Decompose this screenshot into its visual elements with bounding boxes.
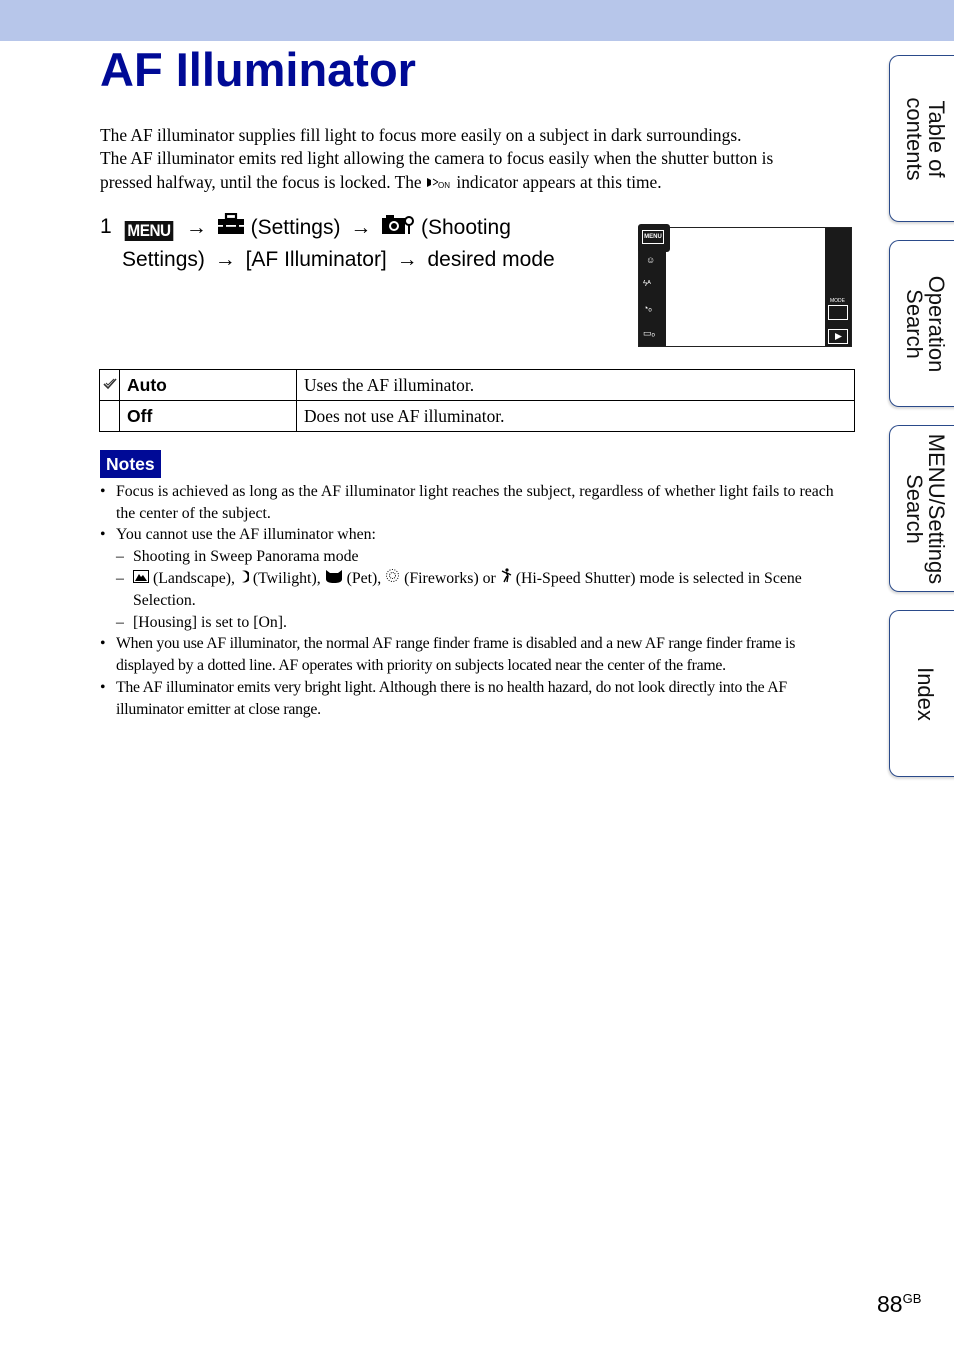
bullet: • [100, 483, 106, 500]
intelligent-auto-icon [828, 305, 848, 320]
intro-line-1: The AF illuminator supplies fill light t… [100, 125, 742, 145]
twilight-moon-icon [239, 568, 251, 590]
page-number-value: 88 [877, 1291, 903, 1317]
tab-label: MENU/Settings Search [902, 433, 949, 584]
self-timer-off-icon: ◔ₒ [643, 303, 652, 313]
bullet: • [100, 526, 106, 544]
flash-auto-icon: ϟᴬ [643, 279, 651, 288]
af-illuminator-on-icon: ON [426, 172, 452, 195]
bullet: • [100, 678, 106, 696]
empty-check-cell [99, 400, 120, 432]
dash: – [116, 548, 124, 566]
tab-label: Operation Search [902, 275, 949, 372]
header-bar [0, 0, 954, 41]
tab-operation-search[interactable]: Operation Search [889, 240, 954, 407]
tab-label-line2: contents [902, 96, 927, 181]
tab-table-of-contents[interactable]: Table of contents [889, 55, 954, 222]
tab-label-line2: Search [902, 288, 927, 359]
arrow-icon: → [185, 216, 207, 240]
page-title: AF Illuminator [100, 43, 416, 96]
arrow-icon: → [350, 216, 372, 240]
table-row: Off Does not use AF illuminator. [99, 400, 855, 432]
tab-label: Index [913, 666, 938, 721]
note-subitem: – Shooting in Sweep Panorama mode [116, 546, 855, 568]
camera-screen-illustration: MENU ☺ ϟᴬ ◔ₒ ▭ₒ MODE [638, 224, 852, 347]
note-subtext: (Fireworks) or [404, 569, 496, 587]
option-description: Does not use AF illuminator. [296, 400, 855, 432]
note-item: • Focus is achieved as long as the AF ill… [100, 481, 855, 524]
shooting-label: (Shooting [421, 216, 511, 240]
bullet: • [100, 635, 106, 653]
smile-shutter-icon: ☺ [646, 255, 656, 265]
note-item: • The AF illuminator emits very bright li… [100, 677, 855, 720]
note-subtext: (Landscape), [152, 569, 235, 587]
note-text: When you use AF illuminator, the normal … [116, 635, 796, 675]
default-check-icon [99, 369, 120, 401]
notes-list: • Focus is achieved as long as the AF ill… [100, 481, 855, 720]
arrow-icon: → [396, 248, 418, 271]
note-subitem: – [Housing] is set to [On]. [116, 612, 855, 634]
note-sublist: – Shooting in Sweep Panorama mode – (Land… [116, 546, 855, 633]
intro-paragraph: The AF illuminator supplies fill light t… [100, 124, 860, 195]
tab-label: Table of contents [902, 96, 949, 181]
note-item: • You cannot use the AF illuminator when:… [100, 524, 855, 633]
note-subtext: Shooting in Sweep Panorama mode [133, 548, 359, 566]
settings-label: (Settings) [250, 216, 341, 240]
intro-line-3-end: indicator appears at this time. [456, 171, 662, 192]
settings-toolbox-icon [217, 212, 245, 244]
note-text: You cannot use the AF illuminator when: [116, 526, 376, 544]
dash: – [116, 569, 124, 587]
intro-line-3: pressed halfway, until the focus is lock… [100, 171, 422, 192]
menu-icon: MENU [124, 221, 174, 242]
note-subtext: (Pet), [346, 569, 382, 587]
screen-right-bar: MODE [825, 228, 851, 346]
tab-label-line2: Search [902, 473, 927, 544]
note-text: The AF illuminator emits very bright lig… [116, 678, 787, 718]
af-illuminator-label: [AF Illuminator] [245, 248, 387, 271]
burst-off-icon: ▭ₒ [643, 328, 655, 338]
screen-menu-label: MENU [642, 230, 664, 244]
note-subtext: [Housing] is set to [On]. [133, 613, 288, 631]
note-item: • When you use AF illuminator, the normal… [100, 633, 855, 676]
tab-index[interactable]: Index [889, 610, 954, 777]
option-description: Uses the AF illuminator. [296, 369, 855, 401]
note-subtext: (Twilight), [252, 569, 321, 587]
tab-label-line1: Table of [924, 99, 949, 178]
option-name: Auto [119, 369, 297, 401]
arrow-icon: → [214, 248, 236, 271]
notes-badge: Notes [100, 450, 161, 478]
options-table: Auto Uses the AF illuminator. Off Does n… [99, 369, 855, 432]
table-row: Auto Uses the AF illuminator. [99, 369, 855, 401]
page-suffix: GB [902, 1291, 922, 1306]
shooting-settings-camera-icon [381, 212, 415, 245]
landscape-icon [133, 568, 149, 590]
mode-label: MODE [830, 298, 845, 304]
tab-label-line1: Index [913, 666, 938, 721]
step-number: 1 [100, 215, 112, 238]
pet-cat-icon [325, 568, 343, 590]
svg-text:ON: ON [438, 181, 450, 189]
note-subitem: – (Landscape), (Twilight), (Pet), (Firew… [116, 568, 855, 612]
page-number: 88GB [877, 1291, 921, 1318]
dash: – [116, 613, 124, 631]
settings-close-label: Settings) [122, 248, 205, 271]
tab-label-line1: Operation [924, 275, 949, 372]
tab-label-line1: MENU/Settings [924, 433, 949, 584]
hi-speed-shutter-icon [500, 568, 512, 590]
note-text: Focus is achieved as long as the AF illu… [116, 483, 834, 522]
intro-line-2: The AF illuminator emits red light allow… [100, 148, 774, 169]
option-name: Off [119, 400, 297, 432]
fireworks-icon [385, 568, 400, 590]
tab-menu-settings-search[interactable]: MENU/Settings Search [889, 425, 954, 592]
desired-mode-label: desired mode [427, 248, 555, 271]
screen-menu-button: MENU [638, 224, 670, 252]
playback-icon [828, 329, 848, 344]
